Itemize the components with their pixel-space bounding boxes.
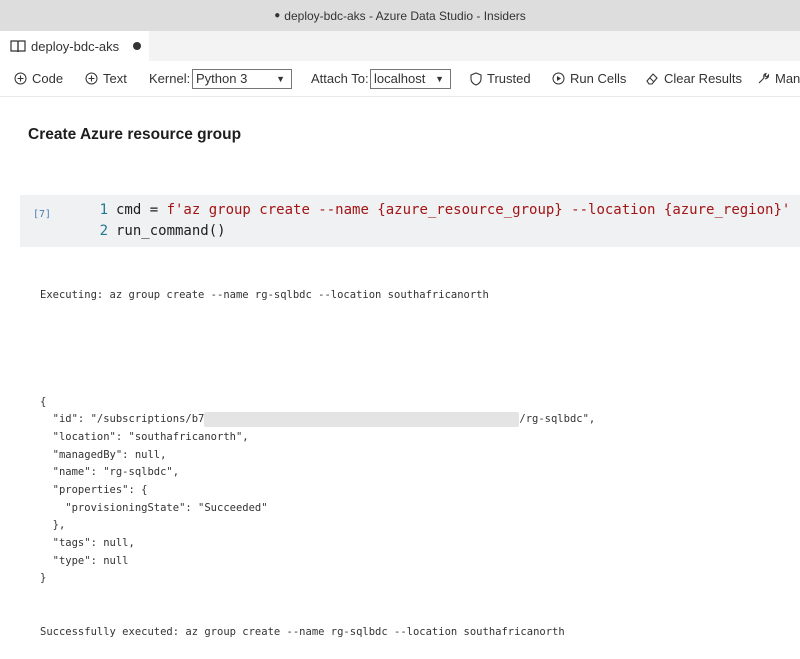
- json-output-line: {: [40, 394, 800, 412]
- run-cells-button[interactable]: Run Cells: [552, 61, 626, 96]
- attach-to-label-text: Attach To:: [311, 71, 369, 86]
- json-output-line: "location": "southafricanorth",: [40, 429, 800, 447]
- json-line-text: "provisioningState": "Succeeded": [40, 501, 268, 514]
- eraser-icon: [646, 73, 658, 85]
- code-token: cmd =: [116, 202, 167, 218]
- line-number: 2: [99, 223, 108, 239]
- json-output-line: "name": "rg-sqlbdc",: [40, 464, 800, 482]
- trusted-label: Trusted: [487, 71, 531, 86]
- clear-results-button[interactable]: Clear Results: [645, 61, 742, 96]
- json-line-text: },: [40, 519, 66, 532]
- json-line-text: "id": "/subscriptions/b7: [40, 413, 205, 426]
- kernel-select[interactable]: Python 3 ▼: [192, 68, 292, 89]
- kernel-select-value: Python 3: [196, 71, 248, 86]
- json-output: { "id": "/subscriptions/b7/rg-sqlbdc", "…: [40, 394, 800, 589]
- json-line-text: "properties": {: [40, 484, 148, 497]
- plus-circle-icon: [85, 72, 98, 85]
- json-output-line: "tags": null,: [40, 535, 800, 553]
- attach-to-select[interactable]: localhost ▼: [370, 68, 451, 89]
- execution-count: [7]: [33, 209, 52, 220]
- run-cells-label: Run Cells: [570, 71, 627, 86]
- code-token: {azure_region}: [663, 202, 782, 218]
- notebook-toolbar: Code Text Kernel: Python 3 ▼ Attach To: …: [0, 61, 800, 97]
- kernel-label: Kernel:: [149, 61, 190, 96]
- code-token: {azure_resource_group}: [377, 202, 563, 218]
- line-number: 1: [99, 202, 108, 218]
- code-line[interactable]: 1 cmd = f'az group create --name {azure_r…: [96, 202, 791, 218]
- notebook-book-icon: [10, 39, 26, 53]
- play-circle-icon: [552, 72, 565, 85]
- kernel-label-text: Kernel:: [149, 71, 191, 86]
- json-output-line: },: [40, 517, 800, 535]
- chevron-down-icon: ▼: [435, 73, 444, 84]
- json-line-text: }: [40, 572, 47, 585]
- json-line-text: "location": "southafricanorth",: [40, 430, 249, 443]
- code-token: run_command(): [116, 223, 226, 239]
- json-output-line: }: [40, 570, 800, 588]
- json-line-text: "tags": null,: [40, 537, 135, 550]
- add-text-cell-button[interactable]: Text: [85, 61, 127, 96]
- markdown-cell-heading[interactable]: Create Azure resource group: [28, 126, 241, 144]
- success-line: Successfully executed: az group create -…: [40, 625, 565, 638]
- add-code-cell-button[interactable]: Code: [14, 61, 63, 96]
- attach-to-label: Attach To:: [311, 61, 369, 96]
- json-line-text: "name": "rg-sqlbdc",: [40, 466, 180, 479]
- json-output-line: "provisioningState": "Succeeded": [40, 500, 800, 518]
- tab-label: deploy-bdc-aks: [31, 38, 120, 54]
- redacted-subscription-id: [204, 411, 520, 427]
- json-output-line: "managedBy": null,: [40, 447, 800, 465]
- unsaved-dot: ●: [274, 10, 281, 21]
- shield-icon: [470, 71, 482, 86]
- cell-output: Executing: az group create --name rg-sql…: [40, 252, 800, 659]
- wrench-icon: [758, 72, 770, 84]
- editor-tab-bar: deploy-bdc-aks: [0, 31, 800, 61]
- kernel-select-wrapper: Python 3 ▼: [192, 61, 292, 96]
- code-button-label: Code: [32, 71, 64, 86]
- clear-results-label: Clear Results: [664, 71, 743, 86]
- code-cell[interactable]: [7] 1 cmd = f'az group create --name {azu…: [20, 195, 800, 247]
- code-token: --location: [562, 202, 664, 218]
- json-line-text: /rg-sqlbdc",: [519, 413, 596, 426]
- text-button-label: Text: [103, 71, 127, 86]
- plus-circle-icon: [14, 72, 27, 85]
- window-title: deploy-bdc-aks - Azure Data Studio - Ins…: [284, 8, 526, 23]
- attach-select-value: localhost: [374, 71, 426, 86]
- tab-deploy-bdc-aks[interactable]: deploy-bdc-aks: [0, 31, 149, 61]
- json-line-text: "type": null: [40, 554, 129, 567]
- manage-button[interactable]: Man: [757, 61, 800, 96]
- json-output-line: "id": "/subscriptions/b7/rg-sqlbdc",: [40, 411, 800, 429]
- trusted-button[interactable]: Trusted: [470, 61, 531, 96]
- attach-select-wrapper: localhost ▼: [370, 61, 451, 96]
- window-title-bar: ● deploy-bdc-aks - Azure Data Studio - I…: [0, 0, 800, 31]
- code-line[interactable]: 2 run_command(): [96, 223, 226, 239]
- code-token: ': [781, 202, 791, 218]
- json-line-text: {: [40, 395, 47, 408]
- json-output-line: "type": null: [40, 553, 800, 571]
- json-output-line: "properties": {: [40, 482, 800, 500]
- executing-line: Executing: az group create --name rg-sql…: [40, 289, 489, 302]
- chevron-down-icon: ▼: [276, 73, 285, 84]
- unsaved-changes-dot-icon[interactable]: [133, 42, 142, 50]
- manage-label: Man: [775, 71, 800, 86]
- code-token: f'az group create --name: [166, 202, 378, 218]
- json-line-text: "managedBy": null,: [40, 448, 167, 461]
